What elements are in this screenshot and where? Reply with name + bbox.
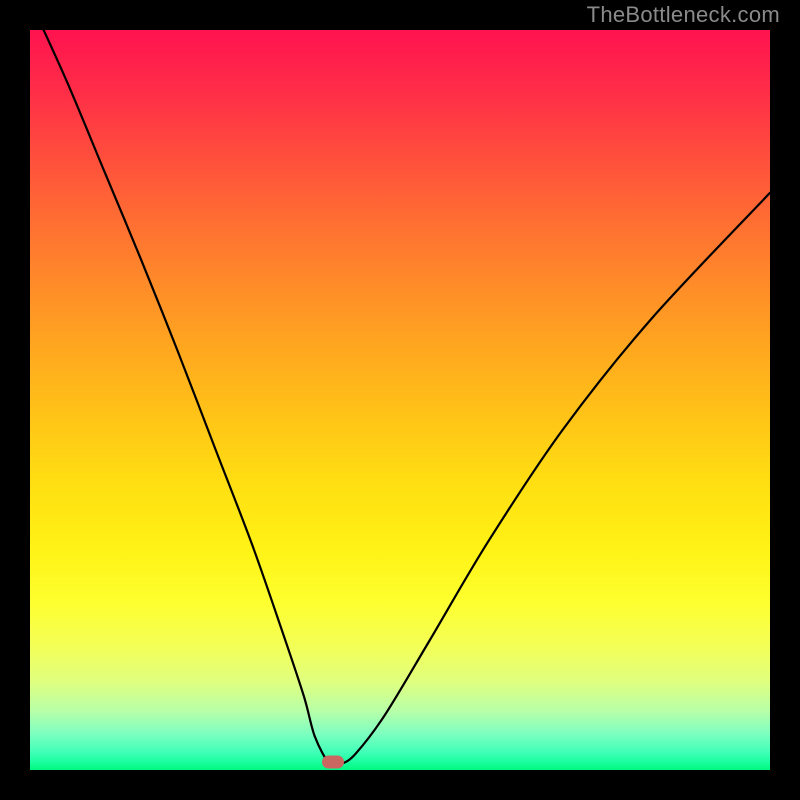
optimal-marker <box>322 755 344 768</box>
plot-area <box>30 30 770 770</box>
watermark-text: TheBottleneck.com <box>587 2 780 28</box>
curve-svg <box>30 30 770 770</box>
bottleneck-curve <box>30 30 770 766</box>
